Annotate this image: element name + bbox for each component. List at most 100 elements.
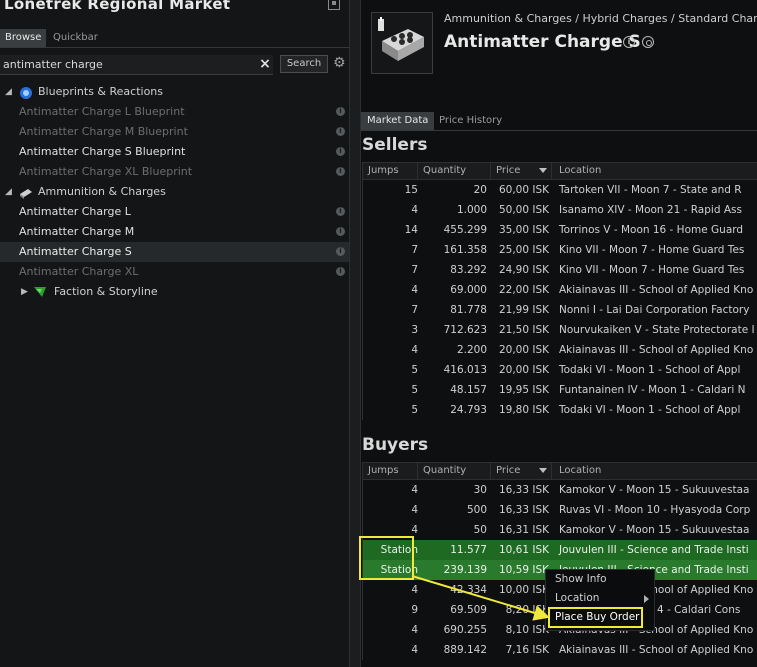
tab-divider [361,130,757,131]
tree-item[interactable]: Antimatter Charge S i [0,242,349,262]
collapsed-arrow-icon[interactable]: ▶ [21,282,28,302]
col-quantity[interactable]: Quantity [423,465,466,476]
info-icon[interactable]: i [336,267,345,276]
cell-quantity: 69.509 [450,604,487,616]
col-jumps[interactable]: Jumps [368,165,399,176]
tab-market-data[interactable]: Market Data [361,112,435,130]
cell-price: 16,33 ISK [498,484,549,496]
cell-location: Tartoken VII - Moon 7 - State and R [559,184,742,196]
cell-price: 22,00 ISK [498,284,549,296]
order-row[interactable]: 7 161.358 25,00 ISK Kino VII - Moon 7 - Hom… [363,240,757,260]
info-icon[interactable]: i [336,247,345,256]
info-icon[interactable]: i [336,207,345,216]
tab-browse[interactable]: Browse [0,29,47,47]
buyers-header: Jumps Quantity Price Location [363,463,757,480]
tree-item[interactable]: Antimatter Charge S Blueprint i [0,142,349,162]
tree-item-label: Antimatter Charge L [19,205,131,218]
cell-quantity: 24.793 [450,404,487,416]
cell-price: 21,99 ISK [498,304,549,316]
order-row[interactable]: 5 48.157 19,95 ISK Funtanainen IV - Moon 1 … [363,380,757,400]
clear-search-icon[interactable]: × [258,55,272,73]
browse-tabs: Browse Quickbar [0,29,349,47]
order-row[interactable]: 4 1.000 50,00 ISK Isanamo XIV - Moon 21 - R… [363,200,757,220]
gear-icon[interactable]: ⚙ [333,56,347,70]
tree-item[interactable]: Antimatter Charge M i [0,222,349,242]
cell-quantity: 1.000 [456,204,487,216]
cell-quantity: 30 [473,484,487,496]
expand-arrow-icon[interactable]: ◢ [5,82,12,102]
order-row[interactable]: 7 83.292 24,90 ISK Kino VII - Moon 7 - Home… [363,260,757,280]
order-row[interactable]: 4 50 16,31 ISK Kamokor V - Moon 15 - Sukuuv… [363,520,757,540]
cell-price: 8,10 ISK [505,624,549,636]
tree-item[interactable]: Antimatter Charge XL Blueprint i [0,162,349,182]
order-row[interactable]: 4 889.142 7,16 ISK Akiainavas III - School … [363,640,757,660]
info-icon[interactable]: i [336,147,345,156]
tab-price-history[interactable]: Price History [433,112,508,130]
cell-location: Isanamo XIV - Moon 21 - Rapid Ass [559,204,742,216]
cell-quantity: 889.142 [443,644,487,656]
col-price[interactable]: Price [496,465,520,476]
order-row[interactable]: 15 20 60,00 ISK Tartoken VII - Moon 7 - Sta… [363,180,757,200]
sellers-table: Jumps Quantity Price Location 15 20 60,00 … [362,162,757,420]
cell-location: Nourvukaiken V - State Protectorate I [559,324,755,336]
order-row[interactable]: 4 2.200 20,00 ISK Akiainavas III - School o… [363,340,757,360]
order-row[interactable]: 7 81.778 21,99 ISK Nonni I - Lai Dai Corpor… [363,300,757,320]
target-icon[interactable] [642,36,654,48]
order-row[interactable]: 4 69.000 22,00 ISK Akiainavas III - School … [363,280,757,300]
item-icon[interactable] [371,12,433,74]
col-jumps[interactable]: Jumps [368,465,399,476]
order-row[interactable]: Station 11.577 10,61 ISK Jouvulen III - Sci… [363,540,757,560]
tree-category[interactable]: ▶ Faction & Storyline [0,282,349,302]
info-icon[interactable]: i [336,227,345,236]
sort-desc-icon[interactable] [539,168,547,173]
order-row[interactable]: 14 455.299 35,00 ISK Torrinos V - Moon 16 -… [363,220,757,240]
search-input-value[interactable]: antimatter charge [3,58,103,71]
tree-item[interactable]: Antimatter Charge L i [0,202,349,222]
cell-quantity: 69.000 [450,284,487,296]
pin-icon[interactable] [328,0,340,10]
col-location[interactable]: Location [559,165,601,176]
cell-quantity: 50 [473,524,487,536]
tree-item[interactable]: Antimatter Charge L Blueprint i [0,102,349,122]
tree-item-label: Antimatter Charge S Blueprint [19,145,186,158]
cell-quantity: 83.292 [450,264,487,276]
show-info-icon[interactable]: i [623,36,635,48]
cell-quantity: 239.139 [443,564,487,576]
search-button[interactable]: Search [280,55,328,73]
cell-location: Kamokor V - Moon 15 - Sukuuvestaa [559,524,750,536]
expand-arrow-icon[interactable]: ◢ [5,182,12,202]
cell-location: Jouvulen III - Science and Trade Insti [559,544,749,556]
search-input[interactable]: antimatter charge [0,55,273,75]
sellers-rows: 15 20 60,00 ISK Tartoken VII - Moon 7 - Sta… [363,180,757,420]
col-quantity[interactable]: Quantity [423,165,466,176]
buyers-title: Buyers [362,435,429,455]
cell-quantity: 500 [466,504,487,516]
cell-location: Akiainavas III - School of Applied Kno [559,644,754,656]
col-price[interactable]: Price [496,165,520,176]
order-row[interactable]: 4 500 16,33 ISK Ruvas VI - Moon 10 - Hyasyo… [363,500,757,520]
menu-item-show-info[interactable]: Show Info [555,573,607,585]
info-icon[interactable]: i [336,107,345,116]
breadcrumb[interactable]: Ammunition & Charges / Hybrid Charges / … [444,12,757,25]
cell-location: Todaki VI - Moon 1 - School of Appl [559,364,741,376]
tree-item[interactable]: Antimatter Charge XL i [0,262,349,282]
tree-category[interactable]: ◢ Blueprints & Reactions [0,82,349,102]
order-row[interactable]: 5 24.793 19,80 ISK Todaki VI - Moon 1 - Sch… [363,400,757,420]
order-row[interactable]: 3 712.623 21,50 ISK Nourvukaiken V - State … [363,320,757,340]
order-row[interactable]: 5 416.013 20,00 ISK Todaki VI - Moon 1 - Sc… [363,360,757,380]
col-location[interactable]: Location [559,465,601,476]
info-icon[interactable]: i [336,167,345,176]
cell-quantity: 2.200 [456,344,487,356]
tab-quickbar[interactable]: Quickbar [48,29,103,47]
tree-category[interactable]: ◢ Ammunition & Charges [0,182,349,202]
sort-desc-icon[interactable] [539,468,547,473]
cell-jumps: 4 [411,644,418,656]
order-row[interactable]: 4 30 16,33 ISK Kamokor V - Moon 15 - Sukuuv… [363,480,757,500]
menu-item-location[interactable]: Location [555,592,599,604]
tree-item[interactable]: Antimatter Charge M Blueprint i [0,122,349,142]
tree-item-label: Antimatter Charge L Blueprint [19,105,185,118]
cell-price: 7,16 ISK [505,644,549,656]
cell-jumps: 5 [411,364,418,376]
cell-location: Kino VII - Moon 7 - Home Guard Tes [559,244,745,256]
info-icon[interactable]: i [336,127,345,136]
